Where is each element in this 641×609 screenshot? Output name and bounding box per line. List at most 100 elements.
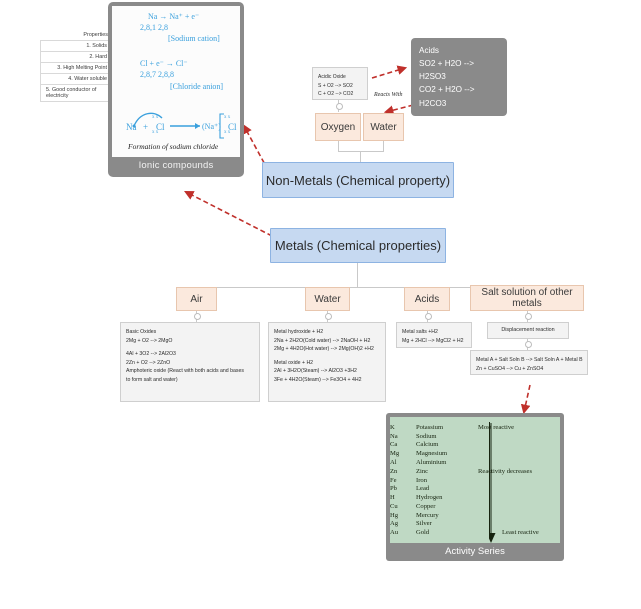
reacts-with-label: Reacts With: [374, 92, 403, 98]
arrow-acidicoxide-acids: [371, 65, 408, 79]
activity-series-caption: Activity Series: [445, 546, 505, 558]
displacement-details-line-1: Metal A + Salt Soln B --> Salt Soln A + …: [476, 357, 583, 363]
node-displacement-reaction[interactable]: Displacement reaction: [487, 322, 569, 339]
air-details-box: Basic Oxides 2Mg + O2 --> 2MgO 4Al + 3O2…: [120, 322, 260, 402]
activity-name: Silver: [416, 520, 432, 528]
table-row: Na Sodium: [390, 432, 560, 441]
table-row: Ag Silver: [390, 520, 560, 529]
acidic-oxide-eq-1: S + O2 --> SO2: [318, 82, 353, 89]
node-acids[interactable]: Acids: [404, 287, 450, 311]
node-water-top-label: Water: [370, 121, 397, 133]
node-water-top[interactable]: Water: [363, 113, 404, 141]
acids-details-line-2: Mg + 2HCl --> MgCl2 + H2: [402, 337, 464, 344]
activity-series-card: K Potassium Most reactive Na Sodium Ca C…: [386, 413, 564, 562]
activity-symbol: Mg: [390, 450, 400, 458]
connector-dot: [425, 313, 432, 320]
table-row: Mg Magnesium: [390, 449, 560, 458]
activity-name: Magnesium: [416, 450, 448, 458]
connector-dot: [325, 313, 332, 320]
ionic-eq-line4: Cl + e⁻ → Cl⁻: [140, 59, 188, 68]
ionic-compounds-label: Ionic compounds: [138, 160, 214, 171]
activity-name: Lead: [416, 485, 430, 493]
acidic-oxide-title: Acidic Oxide: [318, 74, 346, 80]
acids-card-title: Acids: [419, 46, 440, 55]
property-item-3: 3. High Melting Point: [40, 62, 112, 73]
activity-name: Zinc: [416, 467, 429, 475]
table-row: Ca Calcium: [390, 441, 560, 450]
property-item-5: 5. Good conductor of electricity: [40, 84, 112, 102]
activity-name: Potassium: [416, 423, 444, 431]
air-details-line-3: 4Al + 3O2 --> 2Al2O3: [126, 351, 176, 358]
table-row: Zn Zinc Reactivity decreases: [390, 467, 560, 476]
lewis-dots-top: x x: [152, 115, 159, 120]
acids-card-eq-1: SO2 + H2O --> H2SO3: [419, 59, 475, 82]
reactivity-arrow-icon: [489, 423, 496, 543]
acidic-oxide-eq-2: C + O2 --> CO2: [318, 91, 354, 97]
table-row: Hg Mercury: [390, 511, 560, 520]
activity-name: Gold: [416, 529, 430, 537]
connector-dot: [194, 313, 201, 320]
node-non-metals[interactable]: Non-Metals (Chemical property): [262, 162, 454, 198]
ionic-eq-line1: Na → Na⁺ + e⁻: [148, 12, 200, 21]
activity-series-table-area: K Potassium Most reactive Na Sodium Ca C…: [390, 417, 560, 544]
ionic-compounds-figure: Na → Na⁺ + e⁻ 2,8,1 2,8 [Sodium cation] …: [112, 6, 240, 157]
activity-name: Sodium: [416, 432, 437, 440]
lewis-ion-dots-bottom: x x: [224, 130, 231, 135]
lewis-na: Na: [126, 122, 137, 132]
connector-metals-trunk: [357, 263, 358, 287]
table-row: Pb Lead: [390, 484, 560, 493]
water-details-line-1: Metal hydroxide + H2: [274, 329, 324, 335]
node-water-label: Water: [314, 293, 341, 305]
node-air[interactable]: Air: [176, 287, 217, 311]
activity-name: Copper: [416, 502, 436, 510]
air-details-line-4: 2Zn + O2 --> 2ZnO: [126, 359, 171, 366]
property-item-2: 2. Hard: [40, 51, 112, 62]
activity-symbol: Au: [390, 529, 399, 537]
displacement-details-box: Metal A + Salt Soln B --> Salt Soln A + …: [470, 350, 588, 375]
water-details-box: Metal hydroxide + H2 2Na + 2H2O(Cold wat…: [268, 322, 386, 402]
node-salt-solution-label: Salt solution of other metals: [481, 287, 573, 309]
activity-symbol: Ag: [390, 520, 399, 528]
activity-symbol: Pb: [390, 485, 397, 493]
node-non-metals-label: Non-Metals (Chemical property): [265, 172, 451, 188]
ionic-eq-line3: [Sodium cation]: [168, 34, 220, 43]
air-details-line-1: 2Mg + O2 --> 2MgO: [126, 337, 173, 344]
table-row: Al Aluminium: [390, 458, 560, 467]
ionic-eq-line5: 2,8,7 2,8,8: [140, 70, 174, 79]
activity-symbol: Al: [390, 459, 397, 467]
activity-name: Iron: [416, 476, 427, 484]
acids-details-line-1: Metal salts +H2: [402, 329, 438, 335]
water-details-line-2: 2Na + 2H2O(Cold water) --> 2NaOH + H2: [274, 337, 371, 344]
air-details-heading: Basic Oxides: [126, 329, 157, 335]
arrow-metals-ionic: [184, 190, 273, 237]
node-water[interactable]: Water: [305, 287, 350, 311]
ionic-eq-line2: 2,8,1 2,8: [140, 23, 168, 32]
water-details-line-3: 2Mg + 4H2O(Hot water) --> 2Mg(OH)2 +H2: [274, 346, 374, 353]
connector-to-nonmetals: [360, 151, 361, 162]
table-row: Fe Iron: [390, 476, 560, 485]
node-air-label: Air: [190, 293, 203, 305]
lewis-na-ion: (Na⁺): [202, 122, 221, 131]
ionic-compounds-card: Na → Na⁺ + e⁻ 2,8,1 2,8 [Sodium cation] …: [108, 2, 244, 177]
node-oxygen[interactable]: Oxygen: [315, 113, 361, 141]
property-item-1: 1. Solids: [40, 40, 112, 51]
connector-water-down: [383, 141, 384, 151]
activity-name: Calcium: [416, 441, 439, 449]
activity-name: Aluminium: [416, 459, 447, 467]
connector-dot: [336, 103, 343, 110]
activity-symbol: K: [390, 423, 395, 431]
activity-name: Hydrogen: [416, 494, 443, 502]
ionic-figure-caption: Formation of sodium chloride: [128, 142, 219, 151]
activity-symbol: Fe: [390, 476, 397, 484]
node-displacement-reaction-label: Displacement reaction: [501, 327, 555, 334]
table-row: K Potassium Most reactive: [390, 423, 560, 432]
node-metals[interactable]: Metals (Chemical properties): [270, 228, 446, 263]
ionic-eq-line6: [Chloride anion]: [170, 82, 224, 91]
lewis-dots-bottom: x x: [152, 130, 159, 135]
properties-panel: Properties 1. Solids 2. Hard 3. High Mel…: [40, 30, 112, 102]
node-salt-solution[interactable]: Salt solution of other metals: [470, 285, 584, 311]
activity-symbol: Zn: [390, 467, 398, 475]
air-details-line-6: to form salt and water): [126, 376, 178, 383]
activity-name: Mercury: [416, 511, 439, 519]
property-item-4: 4. Water soluble: [40, 73, 112, 84]
